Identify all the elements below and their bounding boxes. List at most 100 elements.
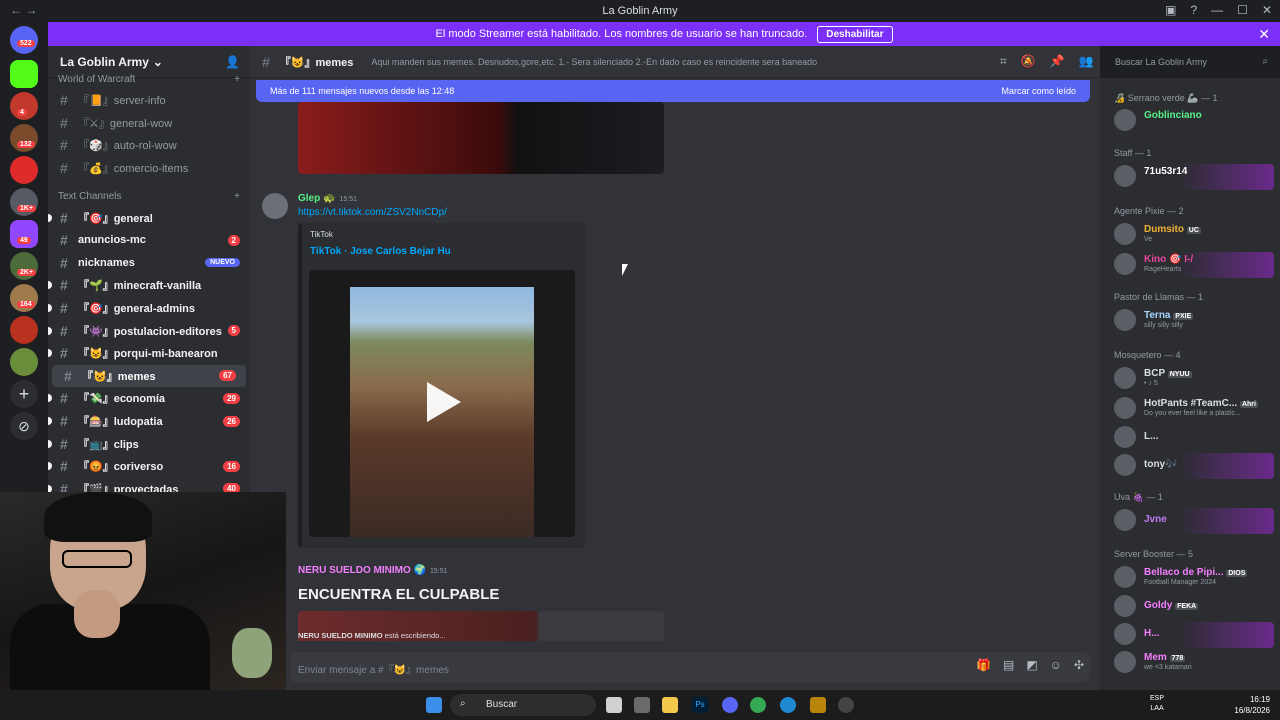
member-item[interactable]: Dumsito UC Ve [1114, 222, 1274, 248]
mark-read-button[interactable]: Marcar como leído [1001, 86, 1076, 96]
member-tag: UC [1186, 227, 1201, 234]
member-item[interactable]: Mem 778 we <3 katamari [1114, 650, 1274, 676]
server-icon[interactable] [10, 156, 38, 184]
channel-auto-rol-wow[interactable]: # 『🎲』auto-rol-wow [48, 134, 250, 157]
task-view-icon[interactable] [606, 697, 622, 713]
hash-icon: # [60, 300, 68, 317]
discord-icon[interactable] [722, 697, 738, 713]
member-item[interactable]: Terna PXIE silly silly silly [1114, 308, 1274, 334]
channel-server-info[interactable]: # 『📙』server-info [48, 89, 250, 112]
chrome-icon[interactable] [750, 697, 766, 713]
channel-memes[interactable]: # 『😺』memes 67 [52, 364, 246, 388]
window-controls: ▣ ? — ☐ ✕ [1165, 3, 1272, 17]
previous-attachment-image[interactable] [298, 102, 664, 174]
member-item[interactable]: BCP NYUU • ♪ 5 [1114, 366, 1274, 392]
taskbar-search[interactable]: ⌕ Buscar [450, 694, 596, 716]
embed-title[interactable]: TikTok · Jose Carlos Bejar Hu [310, 246, 451, 257]
maximize-button[interactable]: ☐ [1237, 3, 1248, 17]
members-icon[interactable]: 👥 [1079, 54, 1094, 69]
guild-badge: 49 [17, 237, 31, 244]
category-text-channels[interactable]: Text Channels + [48, 187, 250, 206]
title-bar: ← → La Goblin Army ▣ ? — ☐ ✕ [0, 0, 1280, 22]
member-item[interactable]: H... [1114, 622, 1274, 648]
pin-icon[interactable]: 📌 [1050, 54, 1065, 69]
message-author[interactable]: Glep 🐢 15:51 [298, 193, 357, 204]
steam-icon[interactable] [780, 697, 796, 713]
hash-icon: # [60, 390, 68, 407]
inbox-icon[interactable]: ▣ [1165, 3, 1176, 17]
member-item[interactable]: Bellaco de Pipi... DIOS Football Manager … [1114, 565, 1274, 591]
channel-economia[interactable]: # 『💸』economía 29 [48, 387, 250, 410]
avatar [1114, 426, 1136, 448]
message-input[interactable]: Enviar mensaje a #『😺』memes [290, 652, 1090, 682]
avatar[interactable] [262, 193, 288, 219]
member-group-header: Agente Pixie — 2 [1114, 206, 1184, 216]
message-link[interactable]: https://vt.tiktok.com/ZSV2NnCDp/ [298, 207, 447, 218]
server-icon[interactable] [10, 348, 38, 376]
category-wow[interactable]: World of Warcraft + [48, 74, 250, 89]
channel-anuncios-mc[interactable]: # anuncios-mc 2 [48, 229, 250, 252]
discover-icon[interactable]: ⊘ [10, 412, 38, 440]
add-member-icon[interactable]: 👤 [225, 55, 240, 69]
member-item[interactable]: Kino 🎯 I-/RageHearts [1114, 252, 1274, 278]
app-icon[interactable] [810, 697, 826, 713]
windows-start-icon[interactable] [426, 697, 442, 713]
file-explorer-icon[interactable] [662, 697, 678, 713]
new-messages-bar[interactable]: Más de 111 mensajes nuevos desde las 12:… [256, 80, 1090, 102]
channel-porqui-mi-banearon[interactable]: # 『😺』porqui-mi-banearon [48, 342, 250, 365]
avatar [1114, 165, 1136, 187]
threads-icon[interactable]: ⌗ [1000, 54, 1007, 69]
member-item[interactable]: tony🎶 [1114, 453, 1274, 479]
clock[interactable]: 16:19 16/8/2026 [1234, 694, 1270, 716]
close-button[interactable]: ✕ [1262, 3, 1272, 17]
channel-coriverso[interactable]: # 『😡』coriverso 16 [48, 455, 250, 478]
channel-proyectadas[interactable]: # 『🎬』proyectadas 40 [48, 478, 250, 492]
emoji-icon[interactable]: ☺ [1050, 658, 1062, 672]
channel-general[interactable]: # 『🎯』general [48, 206, 250, 229]
channel-comercio-items[interactable]: # 『💰』comercio-items [48, 157, 250, 180]
member-tag: 778 [1169, 655, 1186, 662]
mute-icon[interactable]: 🔕 [1021, 54, 1036, 69]
server-icon[interactable] [10, 60, 38, 88]
typing-indicator: NERU SUELDO MINIMO está escribiendo... [298, 631, 446, 640]
add-server-icon[interactable]: + [10, 380, 38, 408]
channel-clips[interactable]: # 『📺』clips [48, 432, 250, 455]
apps-icon[interactable]: ✣ [1074, 658, 1084, 672]
channel-minecraft-vanilla[interactable]: # 『🌱』minecraft-vanilla [48, 274, 250, 297]
channel-general-admins[interactable]: # 『🎯』general-admins [48, 297, 250, 320]
member-item[interactable]: Goblinciano [1114, 108, 1274, 134]
channel-postulacion-editores[interactable]: # 『👾』postulacion-editores 5 [48, 319, 250, 342]
close-icon[interactable]: ✕ [1258, 26, 1270, 43]
channel-topic[interactable]: Aqui manden sus memes. Desnudos,gore,etc… [371, 57, 817, 67]
app-icon[interactable] [634, 697, 650, 713]
search-input[interactable]: Buscar La Goblin Army ⌕ [1108, 53, 1274, 73]
photoshop-icon[interactable]: Ps [692, 697, 708, 713]
video-player[interactable] [309, 270, 575, 537]
new-badge: NUEVO [205, 258, 240, 268]
message-author[interactable]: NERU SUELDO MINIMO 🌍 15:51 [298, 565, 448, 576]
member-group-header: Staff — 1 [1114, 148, 1152, 158]
member-item[interactable]: L... [1114, 425, 1274, 451]
sticker-icon[interactable]: ◩ [1026, 658, 1037, 672]
disable-streamer-button[interactable]: Deshabilitar [817, 25, 893, 43]
member-item[interactable]: Goldy FEKA [1114, 594, 1274, 620]
member-item[interactable]: 71u53r14 [1114, 164, 1274, 190]
gif-icon[interactable]: ▤ [1003, 658, 1014, 672]
member-item[interactable]: HotPants #TeamC... Ahri Do you ever feel … [1114, 396, 1274, 422]
app-icon[interactable] [838, 697, 854, 713]
member-item[interactable]: Jvne [1114, 508, 1274, 534]
member-tag: Ahri [1239, 401, 1258, 408]
channel-ludopatia[interactable]: # 『🎰』ludopatia 26 [48, 410, 250, 433]
channel-general-wow[interactable]: # 『⚔』general-wow [48, 112, 250, 135]
gift-icon[interactable]: 🎁 [976, 658, 991, 672]
language-indicator[interactable]: ESP LAA [1150, 694, 1164, 714]
history-nav[interactable]: ← → [10, 3, 37, 17]
help-icon[interactable]: ? [1190, 3, 1197, 17]
guild-badge: 1K+ [17, 205, 37, 212]
minimize-button[interactable]: — [1211, 3, 1223, 17]
hash-icon: # [64, 367, 72, 384]
channel-nicknames[interactable]: # nicknames NUEVO [48, 252, 250, 275]
server-icon[interactable] [10, 316, 38, 344]
hash-icon: # [60, 114, 68, 131]
play-icon[interactable] [427, 382, 461, 422]
